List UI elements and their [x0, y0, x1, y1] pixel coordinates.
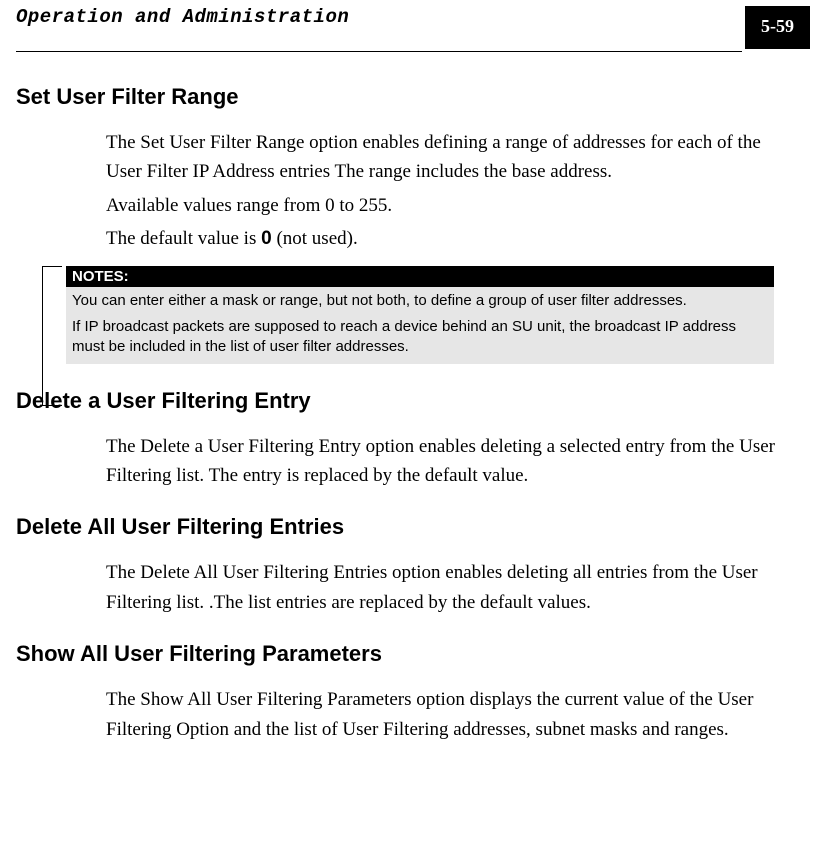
page-header: Operation and Administration 5-59 — [0, 0, 822, 49]
page-content: Set User Filter Range The Set User Filte… — [0, 52, 822, 744]
body-paragraph: Available values range from 0 to 255. — [106, 191, 786, 220]
notes-block: NOTES: You can enter either a mask or ra… — [66, 266, 774, 364]
notes-bracket-decoration — [42, 266, 62, 406]
notes-line: If IP broadcast packets are supposed to … — [72, 317, 766, 358]
body-paragraph: The Set User Filter Range option enables… — [106, 128, 786, 187]
section-delete-all-user-filtering-entries: Delete All User Filtering Entries The De… — [16, 514, 798, 617]
default-prefix: The default value is — [106, 228, 261, 249]
body-paragraph: The default value is 0 (not used). — [106, 224, 786, 253]
section-heading: Set User Filter Range — [16, 84, 798, 110]
section-heading: Delete a User Filtering Entry — [16, 388, 798, 414]
body-paragraph: The Show All User Filtering Parameters o… — [106, 685, 786, 744]
default-suffix: (not used). — [272, 228, 358, 249]
section-heading: Show All User Filtering Parameters — [16, 641, 798, 667]
notes-line: You can enter either a mask or range, bu… — [72, 291, 766, 311]
section-set-user-filter-range: Set User Filter Range The Set User Filte… — [16, 84, 798, 364]
body-paragraph: The Delete a User Filtering Entry option… — [106, 432, 786, 491]
chapter-title: Operation and Administration — [16, 6, 745, 28]
default-value: 0 — [261, 228, 272, 249]
section-heading: Delete All User Filtering Entries — [16, 514, 798, 540]
notes-label: NOTES: — [66, 266, 774, 287]
section-delete-user-filtering-entry: Delete a User Filtering Entry The Delete… — [16, 388, 798, 491]
notes-body: You can enter either a mask or range, bu… — [66, 287, 774, 364]
section-show-all-user-filtering-parameters: Show All User Filtering Parameters The S… — [16, 641, 798, 744]
page-number: 5-59 — [745, 6, 810, 49]
body-paragraph: The Delete All User Filtering Entries op… — [106, 558, 786, 617]
